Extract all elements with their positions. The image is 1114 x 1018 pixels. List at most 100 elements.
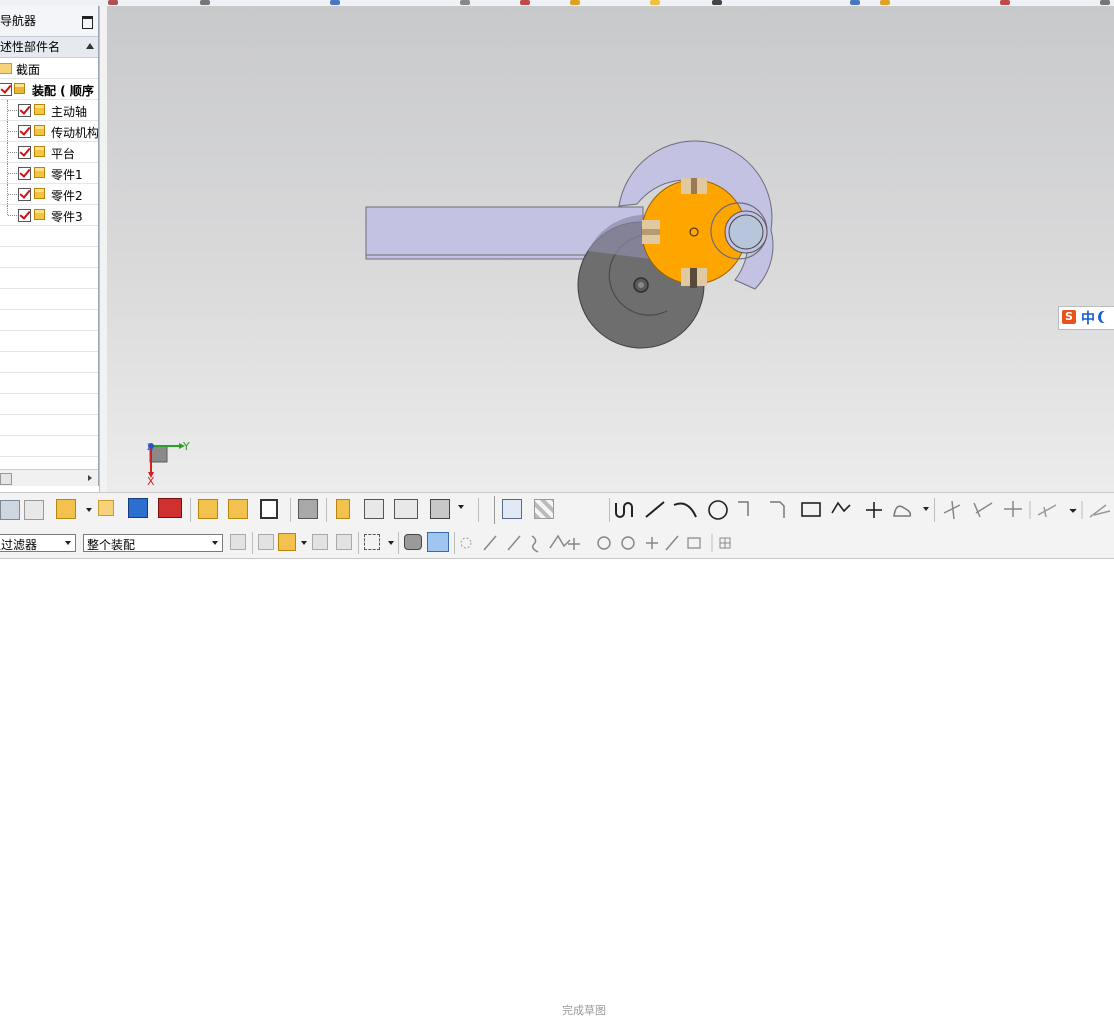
- existing-point-icon: [646, 537, 658, 549]
- part-navigator-panel: 部件导航器 描述性部件名 截面 装配 ( 顺序 主动轴 传动机构 平台 零件1: [0, 6, 99, 486]
- sort-up-icon[interactable]: [86, 43, 94, 49]
- rectangle-icon: [801, 502, 821, 517]
- wire-icon[interactable]: [394, 499, 418, 519]
- part-icon: [34, 209, 45, 220]
- assembly-navigator-icon[interactable]: [0, 500, 20, 520]
- horizontal-scrollbar[interactable]: [0, 469, 98, 486]
- wireframe-cube-icon[interactable]: [427, 532, 449, 552]
- chamfer-icon: [770, 501, 785, 518]
- component-icon[interactable]: [24, 500, 44, 520]
- tree-item-part[interactable]: 零件2: [0, 184, 98, 205]
- empty-row: [0, 331, 98, 352]
- tree-item-assembly[interactable]: 装配 ( 顺序: [0, 79, 98, 100]
- shaded-icon[interactable]: [404, 534, 422, 550]
- assembly-sketch-toolbar: 完成草图: [0, 492, 1114, 1017]
- tree-connector: [7, 205, 18, 216]
- visibility-checkbox[interactable]: [18, 125, 31, 138]
- control-point-icon: [531, 535, 539, 553]
- line-icon: [645, 501, 665, 518]
- visibility-checkbox[interactable]: [18, 209, 31, 222]
- navigator-title-bar: 部件导航器: [0, 6, 98, 36]
- empty-row: [0, 394, 98, 415]
- toolbar-separator: [478, 498, 479, 522]
- link-icon[interactable]: [336, 499, 350, 519]
- finish-sketch-label[interactable]: 完成草图: [562, 1002, 606, 1018]
- toolbar-separator: [190, 498, 191, 522]
- selection-scope-select[interactable]: 整个装配: [83, 534, 223, 552]
- route-icon[interactable]: [364, 499, 384, 519]
- ime-mode-label[interactable]: 中: [1081, 308, 1095, 328]
- snap-off-icon: [460, 537, 472, 549]
- selection-scope-value: 整个装配: [87, 538, 136, 552]
- dropdown-arrow-icon[interactable]: [65, 541, 71, 545]
- visibility-checkbox[interactable]: [18, 146, 31, 159]
- undo-selection-icon[interactable]: [336, 534, 352, 550]
- array-component-icon[interactable]: [158, 498, 182, 518]
- sketch-icon[interactable]: [502, 499, 522, 519]
- profile-icon: [615, 502, 633, 518]
- ime-logo-icon: S: [1062, 310, 1076, 324]
- moon-icon: [1101, 311, 1111, 323]
- tree-item-label: 传动机构: [51, 126, 99, 140]
- empty-row: [0, 268, 98, 289]
- visibility-checkbox[interactable]: [18, 188, 31, 201]
- dropdown-arrow-icon[interactable]: [301, 541, 307, 545]
- scroll-right-icon[interactable]: [88, 475, 92, 481]
- bounded-grid-icon: [687, 537, 701, 549]
- tree-item-part[interactable]: 主动轴: [0, 100, 98, 121]
- assembly-constraints-icon[interactable]: [228, 499, 248, 519]
- circle-icon: [708, 500, 728, 520]
- tree-item-section[interactable]: 截面: [0, 58, 98, 79]
- add-component-icon[interactable]: [56, 499, 76, 519]
- point-on-curve-icon: [621, 536, 635, 550]
- scroll-thumb[interactable]: [0, 473, 12, 485]
- explode-view-icon[interactable]: [260, 499, 278, 519]
- dropdown-arrow-icon[interactable]: [212, 541, 218, 545]
- new-component-icon[interactable]: [98, 500, 114, 516]
- dropdown-arrow-icon: [1069, 508, 1077, 513]
- visibility-checkbox[interactable]: [18, 167, 31, 180]
- dropdown-arrow-icon[interactable]: [458, 505, 464, 509]
- empty-row: [0, 373, 98, 394]
- rectangle-select-icon[interactable]: [364, 534, 380, 550]
- dropdown-arrow-icon[interactable]: [86, 508, 92, 512]
- toolbar-separator: [358, 532, 359, 554]
- visibility-checkbox[interactable]: [0, 83, 12, 96]
- grid-icon: [719, 537, 731, 549]
- empty-row: [0, 415, 98, 436]
- mirror-assembly-icon[interactable]: [128, 498, 148, 518]
- part-icon: [34, 146, 45, 157]
- tree-item-part[interactable]: 传动机构: [0, 121, 98, 142]
- quadrant-icon: [597, 536, 611, 550]
- move-component-icon[interactable]: [198, 499, 218, 519]
- tree-item-part[interactable]: 零件1: [0, 163, 98, 184]
- ime-indicator[interactable]: S 中: [1058, 306, 1114, 330]
- sequence-icon[interactable]: [430, 499, 450, 519]
- maximize-icon[interactable]: [82, 16, 93, 29]
- assembly-filter-icon[interactable]: [230, 534, 246, 550]
- dropdown-arrow-icon[interactable]: [388, 541, 394, 545]
- toolbar-separator: [609, 498, 610, 522]
- finish-sketch-icon[interactable]: [534, 499, 554, 519]
- tree-item-label: 平台: [51, 147, 76, 161]
- tree-item-part[interactable]: 平台: [0, 142, 98, 163]
- wave-linker-icon[interactable]: [298, 499, 318, 519]
- feature-select-icon[interactable]: [278, 533, 296, 551]
- assembly-icon: [14, 83, 25, 94]
- select-all-icon[interactable]: [258, 534, 274, 550]
- toolbar-separator: [326, 498, 327, 522]
- tree-item-part[interactable]: 零件3: [0, 205, 98, 226]
- fillet-icon: [738, 501, 749, 516]
- corner-icon: [1004, 501, 1022, 517]
- dropdown-arrow-icon[interactable]: [923, 507, 929, 511]
- deselect-icon[interactable]: [312, 534, 328, 550]
- empty-row: [0, 436, 98, 457]
- snap-point-tools: [460, 534, 731, 553]
- column-header[interactable]: 描述性部件名: [0, 36, 98, 58]
- triad-x-label: X: [147, 475, 155, 488]
- graphics-viewport[interactable]: Y X Z: [107, 6, 1114, 492]
- polygon-icon: [831, 501, 851, 514]
- visibility-checkbox[interactable]: [18, 104, 31, 117]
- type-filter-select[interactable]: 类型过滤器: [0, 534, 76, 552]
- empty-row: [0, 247, 98, 268]
